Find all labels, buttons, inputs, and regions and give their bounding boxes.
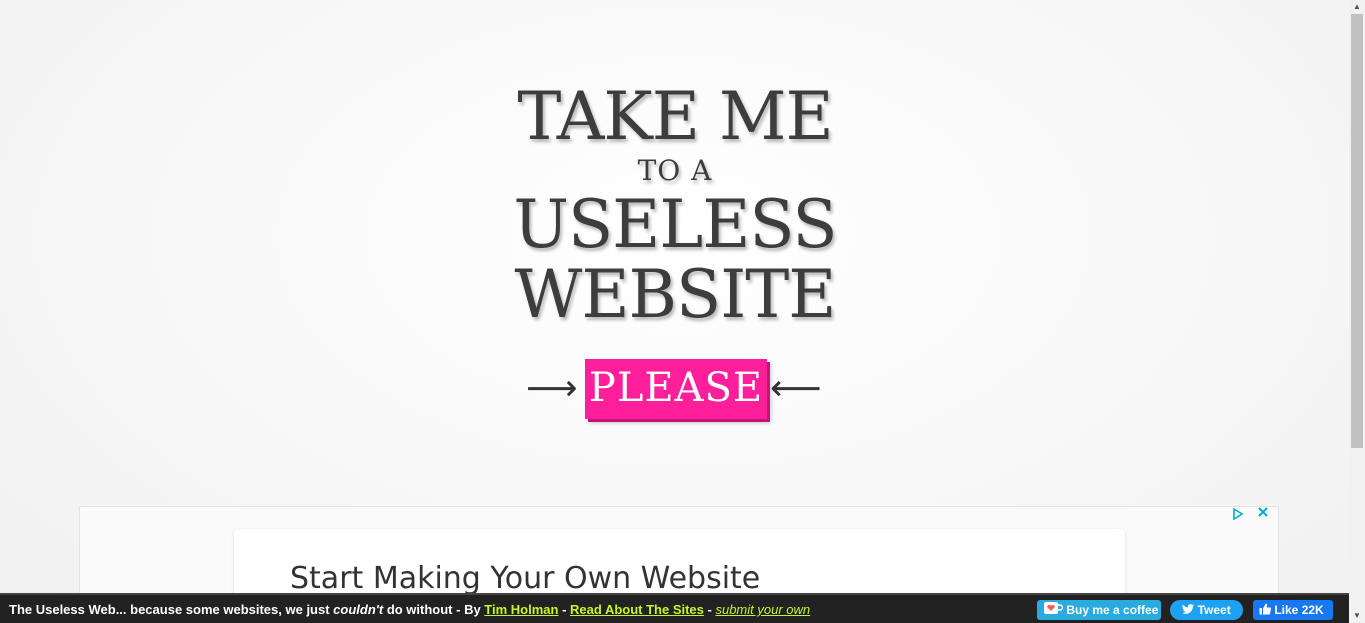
hero-line-useless: USELESS <box>513 186 837 263</box>
read-about-link[interactable]: Read About The Sites <box>570 602 704 617</box>
main-content: TAKE ME TO A USELESS WEBSITE ⟶ PLEASE ⟵ … <box>0 0 1349 623</box>
ad-choices-icon[interactable] <box>1232 507 1244 523</box>
thumbs-up-icon <box>1259 601 1272 621</box>
footer-emphasis: couldn't <box>333 602 384 617</box>
hero-line-take-me: TAKE ME <box>517 78 833 155</box>
scroll-down-icon[interactable]: ▼ <box>1349 609 1365 623</box>
please-button[interactable]: PLEASE <box>585 359 767 419</box>
footer-sep-2: - <box>703 602 716 617</box>
hero-line-to-a: TO A <box>637 154 713 187</box>
footer-sep-1: - <box>558 602 571 617</box>
tweet-button[interactable]: Tweet <box>1170 600 1243 620</box>
close-icon[interactable] <box>1257 505 1269 523</box>
left-arrow-icon: ⟵ <box>770 368 822 409</box>
footer-prefix: The Useless Web... because some websites… <box>9 602 334 617</box>
coffee-label: Buy me a coffee <box>1066 603 1159 617</box>
please-row: ⟶ PLEASE ⟵ <box>526 358 826 422</box>
submit-link[interactable]: submit your own <box>715 602 810 617</box>
footer-middle: do without - By <box>383 602 485 617</box>
ad-headline[interactable]: Start Making Your Own Website <box>290 561 760 596</box>
coffee-cup-icon <box>1043 601 1064 621</box>
right-arrow-icon: ⟶ <box>526 368 578 409</box>
facebook-like-button[interactable]: Like 22K <box>1253 600 1333 620</box>
buy-me-a-coffee-button[interactable]: Buy me a coffee <box>1037 600 1161 620</box>
hero-title: TAKE ME TO A USELESS WEBSITE <box>460 82 890 330</box>
twitter-bird-icon <box>1182 601 1195 621</box>
footer-bar: The Useless Web... because some websites… <box>0 593 1349 623</box>
vertical-scrollbar[interactable]: ▲ ▼ <box>1349 0 1365 623</box>
author-link[interactable]: Tim Holman <box>484 602 558 617</box>
scroll-up-icon[interactable]: ▲ <box>1349 0 1365 14</box>
tweet-label: Tweet <box>1197 603 1231 617</box>
like-label: Like 22K <box>1274 603 1324 617</box>
hero-line-website: WEBSITE <box>514 256 836 333</box>
footer-text: The Useless Web... because some websites… <box>9 602 810 617</box>
scrollbar-thumb[interactable] <box>1351 14 1363 448</box>
